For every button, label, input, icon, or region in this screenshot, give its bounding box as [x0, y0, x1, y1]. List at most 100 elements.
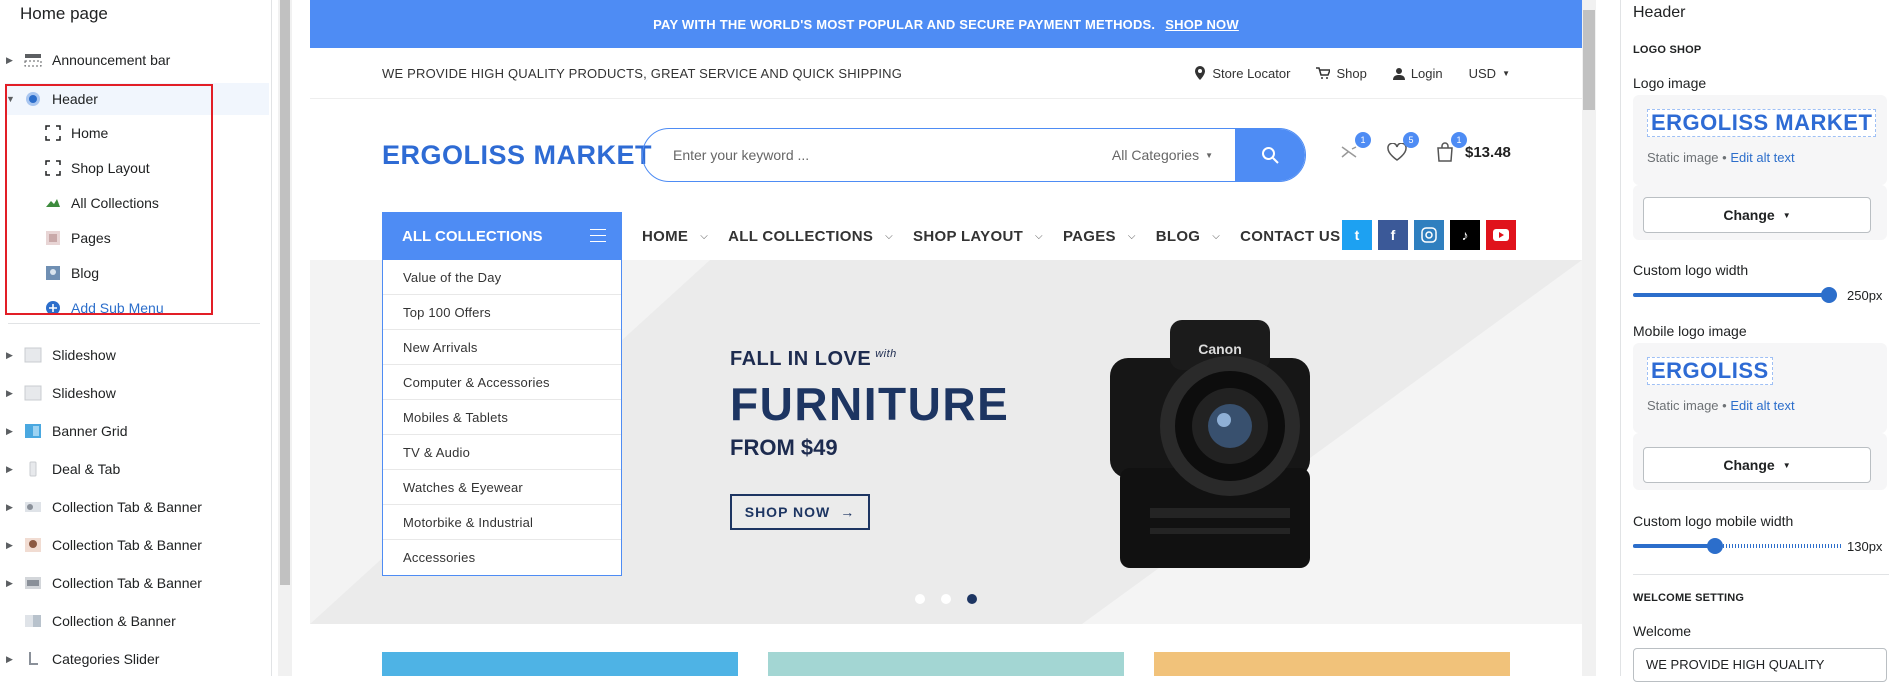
category-item[interactable]: Accessories [383, 540, 621, 575]
category-item[interactable]: TV & Audio [383, 435, 621, 470]
left-scrollbar[interactable] [278, 0, 292, 676]
hero-line1: FALL IN LOVE with [730, 348, 897, 370]
welcome-input[interactable]: WE PROVIDE HIGH QUALITY [1633, 648, 1887, 682]
menu-blog[interactable]: BLOG ⌵ [1156, 228, 1220, 245]
slide-dot[interactable] [915, 594, 925, 604]
store-logo[interactable]: ERGOLISS MARKET [382, 140, 652, 171]
top-bar: WE PROVIDE HIGH QUALITY PRODUCTS, GREAT … [310, 48, 1582, 99]
slide-dots [915, 594, 977, 604]
caret-right-icon[interactable]: ▶ [6, 654, 16, 665]
section-deal-tab[interactable]: ▶ Deal & Tab [0, 456, 120, 482]
logo-preview[interactable]: ERGOLISS MARKET [1647, 109, 1877, 137]
section-announcement-bar[interactable]: ▶ Announcement bar [0, 47, 170, 73]
search-button[interactable] [1235, 129, 1305, 181]
menu-label: BLOG [1155, 227, 1201, 245]
arrow-right-icon: → [840, 504, 856, 520]
shop-link[interactable]: Shop [1316, 66, 1367, 81]
section-slideshow-1[interactable]: ▶ Slideshow [0, 342, 116, 368]
chevron-down-icon: ⌵ [1035, 230, 1043, 242]
category-item[interactable]: Top 100 Offers [383, 295, 621, 330]
caret-right-icon[interactable]: ▶ [6, 426, 16, 437]
hero-cta-button[interactable]: SHOP NOW → [730, 494, 870, 530]
change-logo-button[interactable]: Change ▼ [1643, 197, 1871, 233]
search-icon [1262, 147, 1279, 164]
collection-icon [22, 574, 44, 592]
section-categories-slider[interactable]: ▶ Categories Slider [0, 646, 159, 672]
banner-grid-icon [22, 422, 44, 440]
mobile-logo-preview[interactable]: ERGOLISS [1647, 357, 1773, 385]
preview-scrollbar[interactable] [1582, 0, 1596, 676]
tiktok-icon[interactable]: ♪ [1450, 220, 1480, 250]
currency-selector[interactable]: USD ▼ [1469, 66, 1510, 81]
twitter-icon[interactable]: t [1342, 220, 1372, 250]
section-banner-grid[interactable]: ▶ Banner Grid [0, 418, 127, 444]
settings-title: Header [1633, 4, 1686, 21]
slide-dot-active[interactable] [967, 594, 977, 604]
store-locator-link[interactable]: Store Locator [1194, 66, 1290, 81]
caret-down-icon: ▼ [1205, 150, 1213, 160]
welcome-section-heading: WELCOME SETTING [1633, 592, 1745, 604]
menu-home[interactable]: HOME ⌵ [642, 228, 708, 245]
menu-shop-layout[interactable]: SHOP LAYOUT ⌵ [913, 228, 1043, 245]
facebook-icon[interactable]: f [1378, 220, 1408, 250]
selection-outline [5, 84, 213, 315]
category-item[interactable]: Mobiles & Tablets [383, 400, 621, 435]
all-collections-toggle[interactable]: ALL COLLECTIONS [382, 212, 622, 260]
slider-knob[interactable] [1821, 287, 1837, 303]
promo-banner[interactable] [768, 652, 1124, 676]
edit-alt-text-link[interactable]: Edit alt text [1730, 398, 1794, 413]
caret-right-icon[interactable]: ▶ [6, 350, 16, 361]
main-navigation: ALL COLLECTIONS HOME ⌵ ALL COLLECTIONS ⌵ S… [382, 212, 1516, 260]
category-item[interactable]: Watches & Eyewear [383, 470, 621, 505]
announcement-link[interactable]: SHOP NOW [1165, 17, 1239, 32]
section-collection-tab-banner-2[interactable]: ▶ Collection Tab & Banner [0, 532, 202, 558]
cart-total[interactable]: $13.48 [1465, 144, 1511, 161]
menu-contact-us[interactable]: CONTACT US [1240, 228, 1340, 245]
youtube-icon[interactable] [1486, 220, 1516, 250]
section-collection-tab-banner-1[interactable]: ▶ Collection Tab & Banner [0, 494, 202, 520]
caret-right-icon[interactable]: ▶ [6, 55, 16, 66]
caret-right-icon[interactable]: ▶ [6, 540, 16, 551]
section-collection-tab-banner-3[interactable]: ▶ Collection Tab & Banner [0, 570, 202, 596]
caret-right-icon[interactable]: ▶ [6, 464, 16, 475]
category-item[interactable]: New Arrivals [383, 330, 621, 365]
caret-down-icon: ▼ [1782, 210, 1791, 220]
scroll-thumb[interactable] [280, 0, 290, 585]
logo-width-slider[interactable]: 250px [1633, 285, 1893, 305]
category-select[interactable]: All Categories ▼ [1112, 147, 1235, 163]
mobile-width-slider[interactable]: 130px [1633, 536, 1893, 556]
edit-alt-text-link[interactable]: Edit alt text [1730, 150, 1794, 165]
menu-all-collections[interactable]: ALL COLLECTIONS ⌵ [728, 228, 893, 245]
wishlist-button[interactable]: 5 [1385, 132, 1419, 164]
search-input[interactable]: Enter your keyword ... [643, 147, 1112, 163]
social-links: t f ♪ [1342, 220, 1516, 250]
store-preview: PAY WITH THE WORLD'S MOST POPULAR AND SE… [310, 0, 1582, 676]
search-bar[interactable]: Enter your keyword ... All Categories ▼ [642, 128, 1306, 182]
category-item[interactable]: Motorbike & Industrial [383, 505, 621, 540]
promo-banner[interactable] [1154, 652, 1510, 676]
change-mobile-logo-button[interactable]: Change ▼ [1643, 447, 1871, 483]
menu-label: SHOP LAYOUT [913, 227, 1024, 245]
caret-right-icon[interactable]: ▶ [6, 578, 16, 589]
cart-button[interactable]: 1 [1433, 132, 1467, 164]
category-item[interactable]: Computer & Accessories [383, 365, 621, 400]
slider-knob[interactable] [1707, 538, 1723, 554]
logo-width-value: 250px [1847, 287, 1883, 303]
caret-right-icon[interactable]: ▶ [6, 502, 16, 513]
section-slideshow-2[interactable]: ▶ Slideshow [0, 380, 116, 406]
category-item[interactable]: Value of the Day [383, 260, 621, 295]
instagram-icon[interactable] [1414, 220, 1444, 250]
menu-pages[interactable]: PAGES ⌵ [1063, 228, 1136, 245]
scroll-thumb[interactable] [1583, 10, 1595, 110]
change-label: Change [1723, 207, 1775, 223]
login-link[interactable]: Login [1392, 66, 1443, 81]
section-label: Collection & Banner [52, 613, 176, 629]
section-collection-banner[interactable]: Collection & Banner [0, 608, 176, 634]
caret-right-icon[interactable]: ▶ [6, 388, 16, 399]
slide-dot[interactable] [941, 594, 951, 604]
compare-icon [1341, 146, 1357, 158]
promo-banner[interactable] [382, 652, 738, 676]
cta-label: SHOP NOW [744, 504, 831, 520]
all-collections-label: ALL COLLECTIONS [402, 227, 543, 245]
compare-button[interactable]: 1 [1337, 132, 1371, 164]
